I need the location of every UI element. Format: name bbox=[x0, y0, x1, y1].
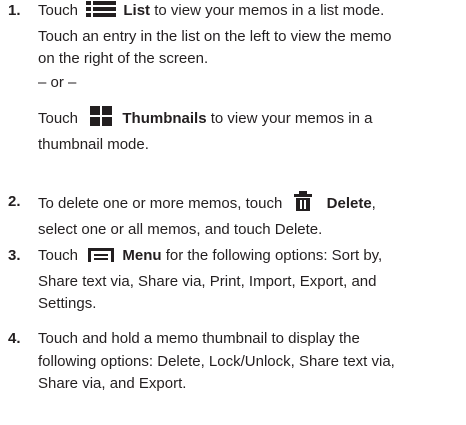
list-icon bbox=[86, 0, 117, 26]
step-1-line-5: thumbnail mode. bbox=[38, 135, 149, 153]
step-body: To delete one or more memos, touch Delet… bbox=[38, 191, 462, 241]
thumbnails-icon bbox=[90, 106, 113, 134]
step-body: Touch and hold a memo thumbnail to displ… bbox=[38, 328, 462, 396]
step-body: Touch Menu for the following options: So… bbox=[38, 245, 462, 316]
step-1-line-1: Touch List to view your memos in a list … bbox=[38, 0, 462, 26]
menu-icon bbox=[88, 247, 115, 271]
step-2-line-2: select one or all memos, and touch Delet… bbox=[38, 220, 323, 238]
menu-label: Menu bbox=[122, 247, 162, 264]
step-body: Touch List to view your memos in a list … bbox=[38, 0, 462, 156]
trash-icon bbox=[294, 191, 313, 219]
step-3-line-2: Share text via, Share via, Print, Import… bbox=[38, 272, 377, 290]
step-4-line-3: Share via, and Export. bbox=[38, 375, 187, 392]
step-3-line-3: Settings. bbox=[38, 295, 97, 312]
step-1-line-4: Touch Thumbnails to view your memos in a bbox=[38, 106, 462, 134]
list-label: List bbox=[123, 2, 151, 19]
step-1-line-3: on the right of the screen. bbox=[38, 50, 209, 67]
or-separator: – or – bbox=[38, 73, 77, 91]
step-number: 2. bbox=[8, 193, 21, 210]
step-number: 3. bbox=[8, 247, 21, 264]
thumbnails-label: Thumbnails bbox=[122, 110, 207, 127]
step-number: 4. bbox=[8, 330, 21, 347]
step-4-line-2: following options: Delete, Lock/Unlock, … bbox=[38, 352, 395, 370]
step-3-line-1: Touch Menu for the following options: So… bbox=[38, 245, 462, 271]
step-1-line-2: Touch an entry in the list on the left t… bbox=[38, 27, 392, 45]
step-2-line-1: To delete one or more memos, touch Delet… bbox=[38, 191, 462, 219]
step-4-line-1: Touch and hold a memo thumbnail to displ… bbox=[38, 330, 360, 347]
step-number: 1. bbox=[8, 2, 21, 19]
delete-label: Delete bbox=[326, 195, 372, 212]
instruction-document: 1. Touch List to view your memos in a li… bbox=[0, 0, 466, 425]
